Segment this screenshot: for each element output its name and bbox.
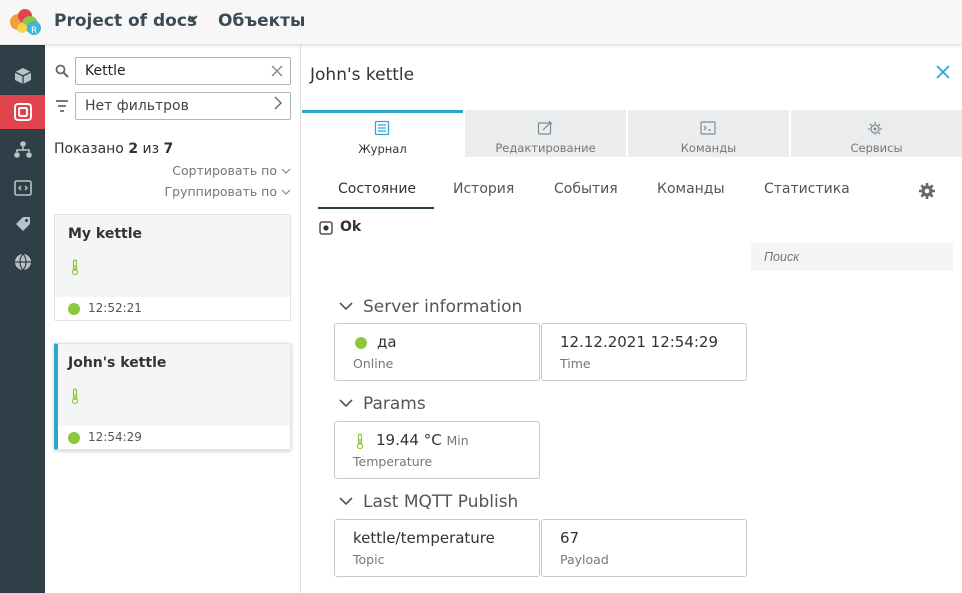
tile-value: kettle/temperature [353,529,495,547]
tab-commands[interactable]: Команды [628,110,789,157]
online-status-dot [68,432,80,444]
object-card-footer: 12:52:21 [55,297,290,320]
tab-label: Команды [680,141,737,155]
tile-label: Time [560,356,591,371]
globe-icon [14,253,31,271]
value-tile: 67 Payload [541,519,747,577]
sort-dropdown[interactable]: Сортировать по [172,163,291,178]
app-logo[interactable]: R [7,7,43,37]
rail-item-globe[interactable] [0,245,45,279]
project-name[interactable]: Project of docs [54,11,197,31]
status-ok-icon [319,221,333,235]
filter-icon [56,100,68,112]
tag-icon [15,217,30,231]
search-input[interactable]: Kettle [75,57,291,85]
chevron-down-icon[interactable] [339,398,353,408]
active-tab-indicator [318,207,434,209]
tile-value: 12.12.2021 12:54:29 [560,333,719,351]
svg-text:R: R [31,26,37,36]
objects-panel: Kettle Нет фильтров Показано 2 из 7 Сорт… [45,45,301,593]
edit-icon [537,120,553,135]
sub-tabs: Состояние История События Команды Статис… [302,173,962,209]
subtab-state[interactable]: Состояние [338,181,416,197]
value-tile: 12.12.2021 12:54:29 Time [541,323,747,381]
filter-selector[interactable]: Нет фильтров [75,92,291,120]
services-icon [868,122,882,135]
value-tile: да Online [334,323,540,381]
cube-icon [14,68,31,84]
object-detail-panel: John's kettle Журнал Редактирование Кома… [302,45,962,593]
tab-services[interactable]: Сервисы [791,110,962,157]
search-input[interactable] [751,243,953,271]
subtab-statistics[interactable]: Статистика [764,181,850,197]
object-card[interactable]: My kettle 12:52:21 [54,214,291,321]
subtab-events[interactable]: События [554,181,618,197]
rail-item-code[interactable] [0,171,45,205]
tab-label: Редактирование [495,141,596,155]
value-tile: kettle/temperature Topic [334,519,540,577]
main-tabs: Журнал Редактирование Команды Сервисы [302,110,962,157]
terminal-icon [700,121,716,135]
tile-label: Payload [560,552,609,567]
results-count: Показано 2 из 7 [54,141,174,157]
tab-label: Журнал [358,142,407,156]
search-icon [55,64,69,78]
thermometer-icon [356,433,364,449]
tile-extra: Min [446,433,469,448]
object-title: John's kettle [310,65,415,85]
tab-label: Сервисы [850,141,903,155]
code-icon [13,180,32,196]
thermometer-icon [71,388,79,404]
section-title[interactable]: Server information [363,297,522,317]
object-card-time: 12:52:21 [88,301,142,315]
online-status-dot [355,337,367,349]
breadcrumb: Объекты [218,11,306,31]
object-card-footer: 12:54:29 [58,426,290,449]
chevron-down-icon[interactable] [187,12,199,28]
online-status-dot [68,303,80,315]
value-tile: 19.44 °C Min Temperature [334,421,540,479]
tab-journal[interactable]: Журнал [302,110,463,157]
status-text: Ok [340,219,362,235]
tile-value: 67 [560,529,580,547]
subtab-history[interactable]: История [453,181,514,197]
hierarchy-icon [13,141,32,158]
subtab-commands[interactable]: Команды [657,181,725,197]
journal-icon [374,120,390,136]
group-dropdown[interactable]: Группировать по [165,184,291,199]
icon-rail [0,45,45,593]
tile-label: Temperature [353,454,433,469]
close-icon[interactable] [936,62,950,84]
objects-icon [13,103,32,121]
gear-icon[interactable] [918,182,936,200]
tile-label: Topic [353,552,385,567]
tile-value: 19.44 °C Min [376,431,469,449]
rail-item-objects[interactable] [0,95,45,129]
object-card-selected[interactable]: John's kettle 12:54:29 [54,343,291,450]
section-title[interactable]: Last MQTT Publish [363,492,518,512]
rail-item-tags[interactable] [0,207,45,241]
chevron-right-icon [273,96,283,114]
rail-item-cube[interactable] [0,59,45,93]
object-card-title: My kettle [68,226,143,242]
object-card-time: 12:54:29 [88,430,142,444]
chevron-down-icon[interactable] [339,301,353,311]
top-bar: R Project of docs Объекты [0,0,962,45]
tab-edit[interactable]: Редактирование [465,110,626,157]
tile-label: Online [353,356,394,371]
rail-item-hierarchy[interactable] [0,133,45,167]
chevron-down-icon[interactable] [339,496,353,506]
clear-icon[interactable] [271,62,283,81]
tile-value: да [377,333,397,351]
thermometer-icon [71,259,79,275]
section-title[interactable]: Params [363,394,426,414]
object-card-title: John's kettle [68,355,167,371]
